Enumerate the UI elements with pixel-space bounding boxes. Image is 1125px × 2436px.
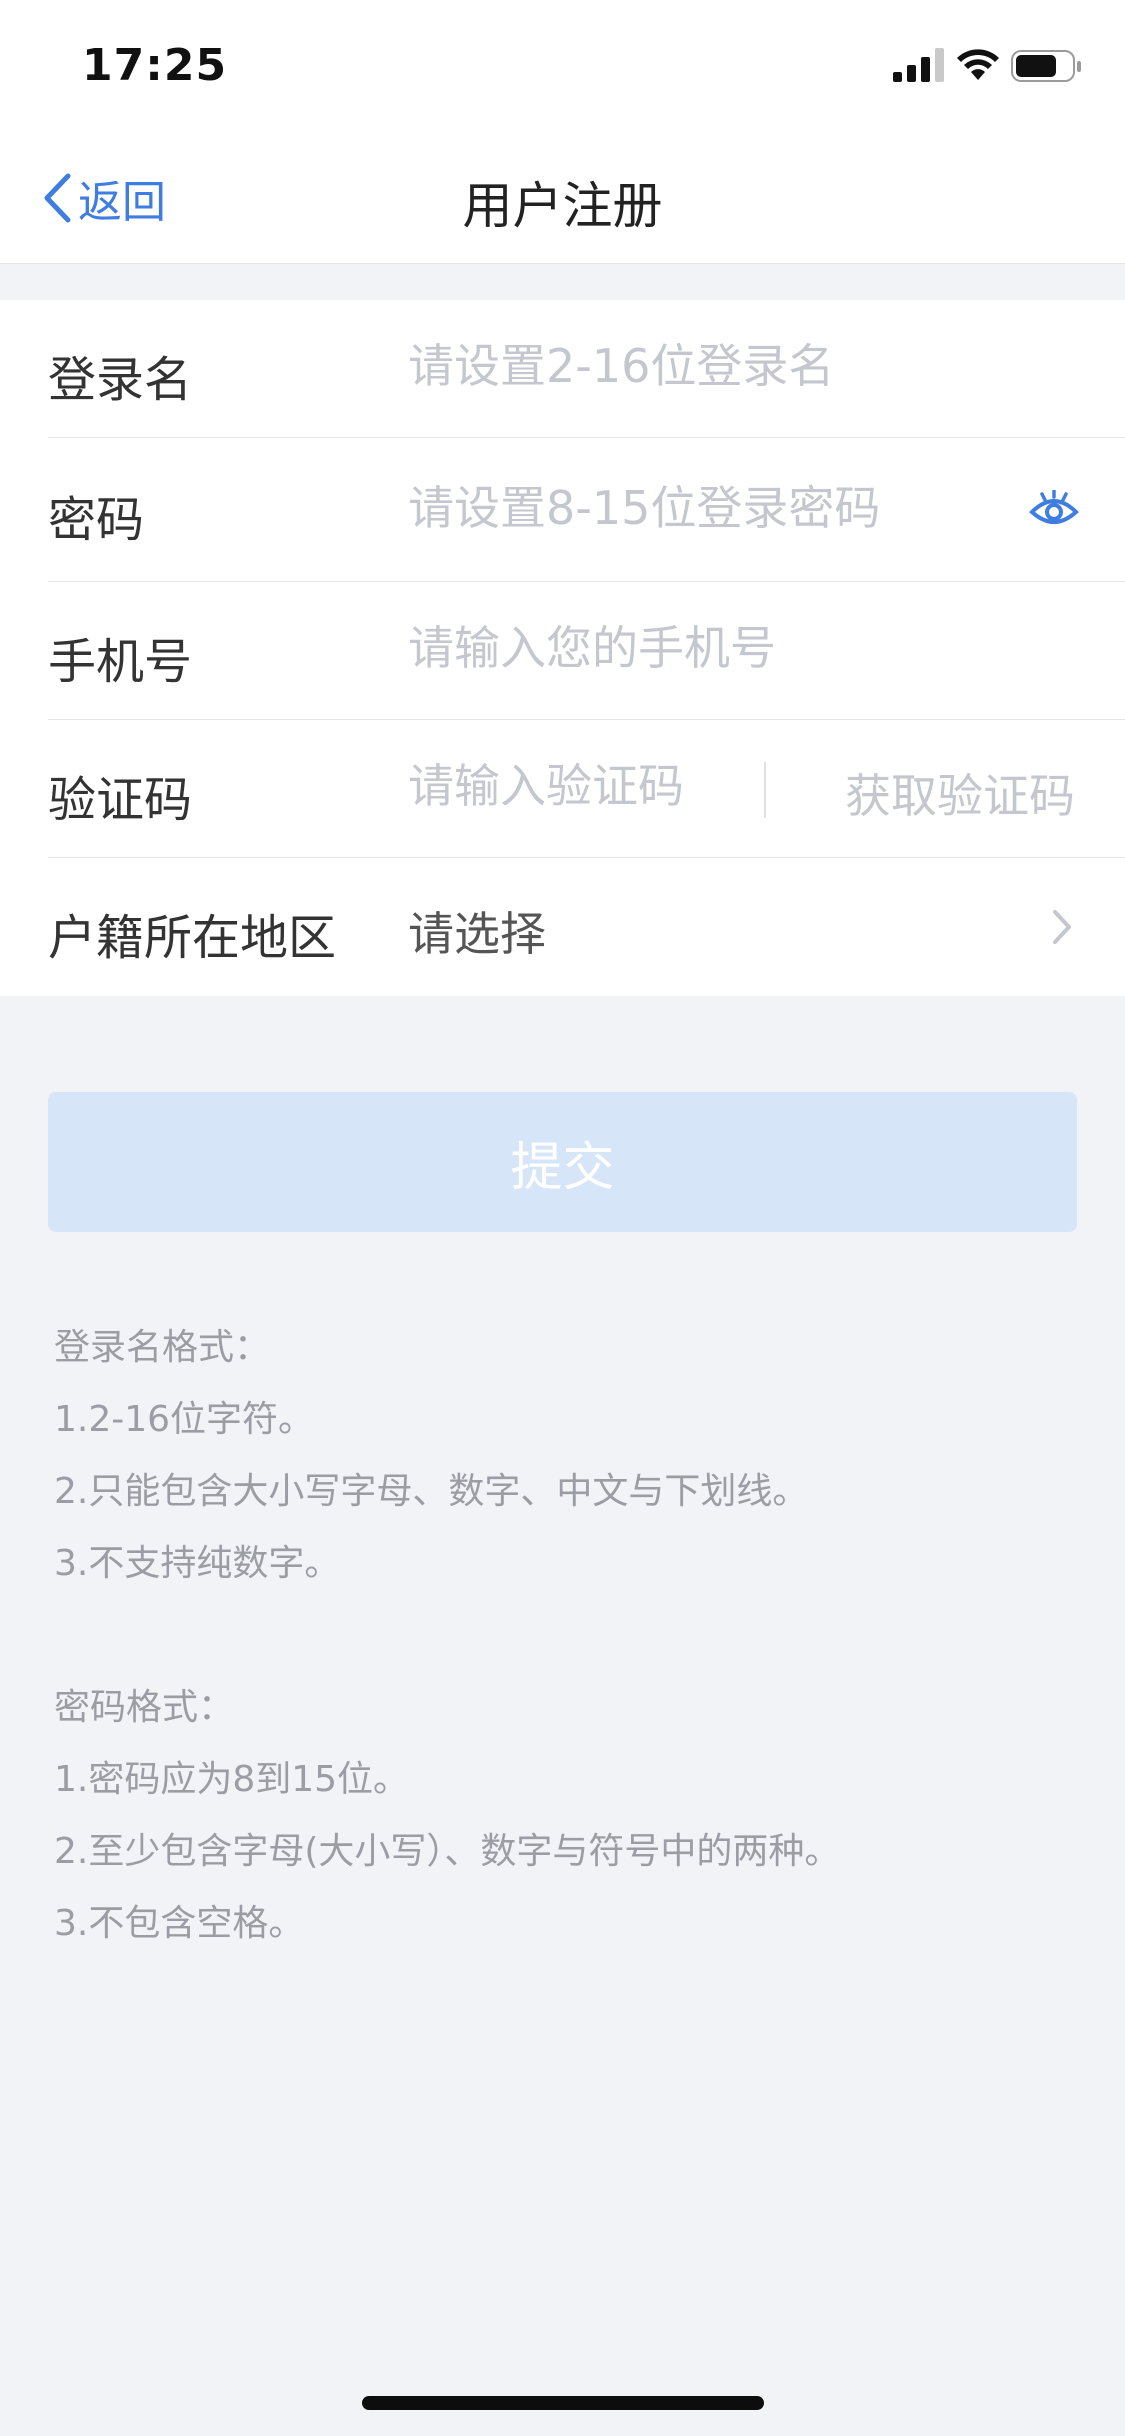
registration-form: 登录名 密码 手机号 验证码 获取验证码 户籍所在地区 请选择 (0, 300, 1125, 996)
phone-label: 手机号 (48, 634, 193, 690)
status-bar: 17:25 (0, 0, 1125, 132)
login-name-rules-heading: 登录名格式： (54, 1327, 271, 1368)
rule-item: 1.密码应为8到15位。 (54, 1759, 410, 1800)
get-code-button[interactable]: 获取验证码 (845, 760, 1075, 826)
region-select[interactable]: 请选择 (408, 898, 546, 964)
login-name-label: 登录名 (48, 352, 193, 408)
signal-icon (893, 48, 944, 82)
nav-bar: 返回 用户注册 (0, 132, 1125, 264)
verify-code-input[interactable] (408, 754, 748, 818)
status-time: 17:25 (82, 40, 228, 91)
rule-item: 3.不包含空格。 (54, 1903, 305, 1944)
password-label: 密码 (48, 492, 145, 548)
format-rules: 登录名格式： 1.2-16位字符。 2.只能包含大小写字母、数字、中文与下划线。… (54, 1312, 1054, 1960)
rule-item: 3.不支持纯数字。 (54, 1543, 341, 1584)
region-label: 户籍所在地区 (48, 910, 337, 966)
rule-item: 2.至少包含字母(大小写）、数字与符号中的两种。 (54, 1831, 841, 1872)
chevron-right-icon (1053, 910, 1071, 944)
rule-item: 1.2-16位字符。 (54, 1399, 315, 1440)
page-title: 用户注册 (462, 177, 663, 235)
verify-code-label: 验证码 (48, 772, 193, 828)
wifi-icon (957, 49, 999, 80)
login-name-row: 登录名 (0, 300, 1125, 438)
verify-code-row: 验证码 获取验证码 (0, 720, 1125, 858)
eye-icon[interactable] (1029, 490, 1079, 530)
password-row: 密码 (0, 438, 1125, 582)
login-name-input[interactable] (408, 334, 1068, 398)
password-rules-heading: 密码格式： (54, 1687, 235, 1728)
rule-gap (54, 1600, 1054, 1672)
code-divider (764, 762, 766, 818)
region-row[interactable]: 户籍所在地区 请选择 (0, 858, 1125, 996)
password-input[interactable] (408, 476, 968, 540)
home-indicator (362, 2396, 764, 2410)
rule-item: 2.只能包含大小写字母、数字、中文与下划线。 (54, 1471, 809, 1512)
battery-icon (1011, 50, 1081, 82)
submit-button[interactable]: 提交 (48, 1092, 1077, 1232)
phone-row: 手机号 (0, 582, 1125, 720)
phone-input[interactable] (408, 616, 1068, 680)
